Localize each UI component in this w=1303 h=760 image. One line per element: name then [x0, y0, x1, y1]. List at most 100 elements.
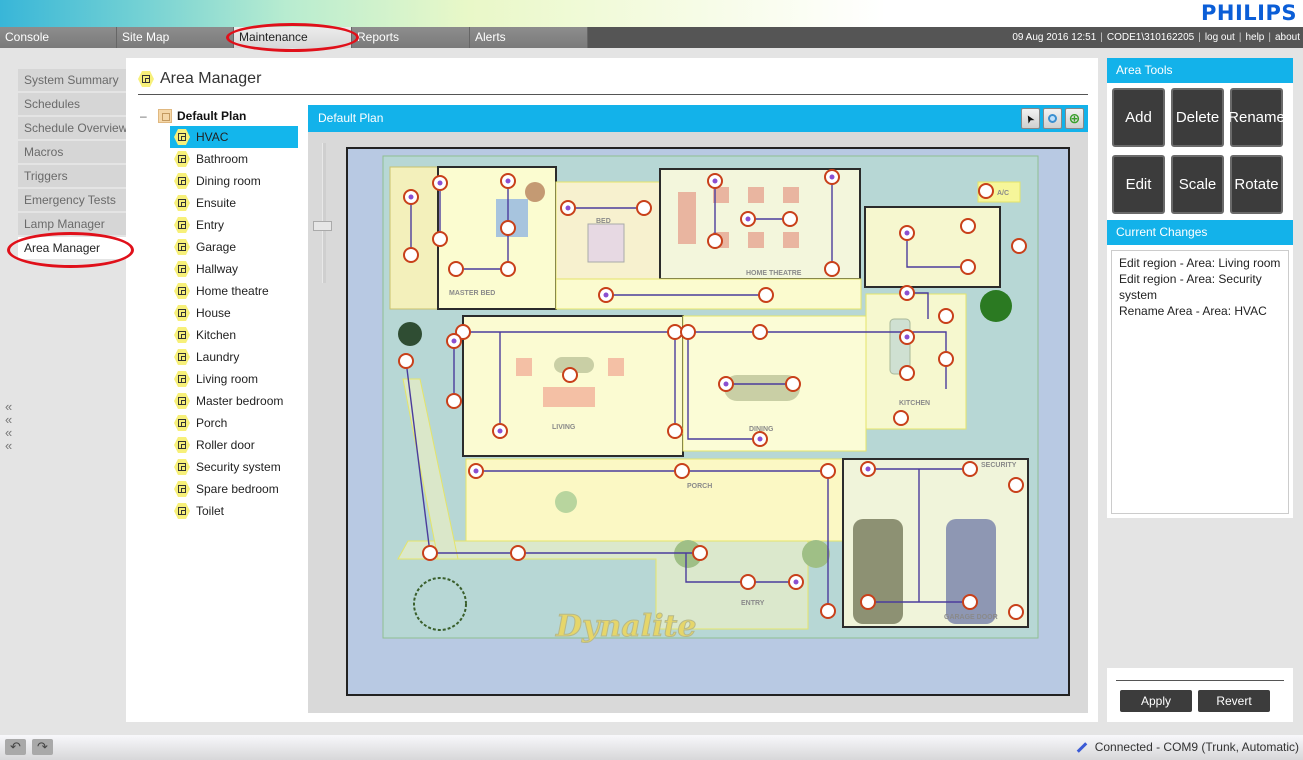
tree-item-dining-room[interactable]: Dining room — [170, 170, 298, 192]
tree-item-garage[interactable]: Garage — [170, 236, 298, 258]
delete-button[interactable]: Delete — [1171, 88, 1224, 147]
light-fixture-node[interactable] — [680, 324, 696, 340]
rename-button[interactable]: Rename — [1228, 88, 1285, 147]
tree-item-porch[interactable]: Porch — [170, 412, 298, 434]
page-title: Area Manager — [140, 70, 261, 88]
tree-item-kitchen[interactable]: Kitchen — [170, 324, 298, 346]
tree-root[interactable]: – Default Plan — [140, 106, 300, 126]
tree-item-spare-bedroom[interactable]: Spare bedroom — [170, 478, 298, 500]
edit-button[interactable]: Edit — [1112, 155, 1165, 214]
logout-link[interactable]: log out — [1205, 32, 1235, 43]
menu-item-macros[interactable]: Macros — [18, 141, 126, 163]
sensor-dot — [904, 230, 910, 236]
light-fixture-node[interactable] — [960, 259, 976, 275]
light-fixture-node[interactable] — [692, 545, 708, 561]
light-fixture-node[interactable] — [636, 200, 652, 216]
light-fixture-node[interactable] — [962, 594, 978, 610]
light-fixture-node[interactable] — [962, 461, 978, 477]
tree-item-home-theatre[interactable]: Home theatre — [170, 280, 298, 302]
light-fixture-node[interactable] — [674, 463, 690, 479]
light-fixture-node[interactable] — [1008, 477, 1024, 493]
menu-item-lamp-manager[interactable]: Lamp Manager — [18, 213, 126, 235]
light-fixture-node[interactable] — [820, 603, 836, 619]
tree-item-ensuite[interactable]: Ensuite — [170, 192, 298, 214]
light-fixture-node[interactable] — [752, 324, 768, 340]
light-fixture-node[interactable] — [667, 324, 683, 340]
tree-item-entry[interactable]: Entry — [170, 214, 298, 236]
light-fixture-node[interactable] — [860, 594, 876, 610]
tree-item-toilet[interactable]: Toilet — [170, 500, 298, 522]
nav-tab-maintenance[interactable]: Maintenance — [234, 27, 352, 48]
help-link[interactable]: help — [1245, 32, 1264, 43]
menu-item-emergency-tests[interactable]: Emergency Tests — [18, 189, 126, 211]
light-fixture-node[interactable] — [758, 287, 774, 303]
collapse-sidebar-handle[interactable]: « « « « — [5, 400, 17, 452]
tree-item-master-bedroom[interactable]: Master bedroom — [170, 390, 298, 412]
area-icon — [176, 285, 188, 297]
revert-button[interactable]: Revert — [1198, 690, 1270, 712]
sensor-dot — [437, 180, 443, 186]
menu-item-system-summary[interactable]: System Summary — [18, 69, 126, 91]
tree-item-hvac[interactable]: HVAC — [170, 126, 298, 148]
tree-item-label: Dining room — [196, 174, 261, 188]
pan-tool-button[interactable]: ⊕ — [1065, 108, 1084, 129]
zoom-slider-track[interactable] — [322, 143, 326, 283]
light-fixture-node[interactable] — [899, 365, 915, 381]
light-fixture-node[interactable] — [740, 574, 756, 590]
nav-tab-reports[interactable]: Reports — [352, 27, 470, 48]
light-fixture-node[interactable] — [398, 353, 414, 369]
light-fixture-node[interactable] — [500, 261, 516, 277]
floor-plan-canvas[interactable]: MASTER BED BED HOME THEATRE A/C LIVING D… — [346, 147, 1070, 696]
light-fixture-node[interactable] — [960, 218, 976, 234]
light-fixture-node[interactable] — [824, 261, 840, 277]
about-link[interactable]: about — [1275, 32, 1300, 43]
car-1 — [853, 519, 903, 624]
tree-item-living-room[interactable]: Living room — [170, 368, 298, 390]
menu-item-schedules[interactable]: Schedules — [18, 93, 126, 115]
back-button[interactable]: ↶ — [5, 739, 26, 755]
light-fixture-node[interactable] — [403, 247, 419, 263]
light-fixture-node[interactable] — [1011, 238, 1027, 254]
tree-item-hallway[interactable]: Hallway — [170, 258, 298, 280]
nav-tab-site-map[interactable]: Site Map — [117, 27, 234, 48]
forward-button[interactable]: ↷ — [32, 739, 53, 755]
add-button[interactable]: Add — [1112, 88, 1165, 147]
light-fixture-node[interactable] — [1008, 604, 1024, 620]
light-fixture-node[interactable] — [938, 351, 954, 367]
light-fixture-node[interactable] — [893, 410, 909, 426]
tree-item-label: Living room — [196, 372, 259, 386]
tree-item-laundry[interactable]: Laundry — [170, 346, 298, 368]
menu-item-triggers[interactable]: Triggers — [18, 165, 126, 187]
light-fixture-node[interactable] — [820, 463, 836, 479]
rotate-button[interactable]: Rotate — [1230, 155, 1283, 214]
light-fixture-node[interactable] — [422, 545, 438, 561]
nav-tab-alerts[interactable]: Alerts — [470, 27, 588, 48]
light-fixture-node[interactable] — [785, 376, 801, 392]
light-fixture-node[interactable] — [510, 545, 526, 561]
zoom-slider-thumb[interactable] — [313, 221, 332, 231]
tree-item-security-system[interactable]: Security system — [170, 456, 298, 478]
light-fixture-node[interactable] — [432, 231, 448, 247]
light-fixture-node[interactable] — [562, 367, 578, 383]
nav-tab-console[interactable]: Console — [0, 27, 117, 48]
datetime: 09 Aug 2016 12:51 — [1012, 32, 1097, 43]
light-fixture-node[interactable] — [782, 211, 798, 227]
light-fixture-node[interactable] — [446, 393, 462, 409]
collapse-icon[interactable]: – — [140, 109, 150, 123]
light-fixture-node[interactable] — [707, 233, 723, 249]
dynalite-watermark: Dynalite — [555, 609, 696, 644]
menu-item-area-manager[interactable]: Area Manager — [18, 237, 126, 259]
pointer-tool-button[interactable]: ➤ — [1021, 108, 1040, 129]
zoom-tool-button[interactable] — [1043, 108, 1062, 129]
light-fixture-node[interactable] — [978, 183, 994, 199]
scale-button[interactable]: Scale — [1171, 155, 1224, 214]
tree-item-house[interactable]: House — [170, 302, 298, 324]
tree-item-bathroom[interactable]: Bathroom — [170, 148, 298, 170]
light-fixture-node[interactable] — [500, 220, 516, 236]
light-fixture-node[interactable] — [938, 308, 954, 324]
menu-item-schedule-overview[interactable]: Schedule Overview — [18, 117, 127, 139]
light-fixture-node[interactable] — [448, 261, 464, 277]
light-fixture-node[interactable] — [667, 423, 683, 439]
apply-button[interactable]: Apply — [1120, 690, 1192, 712]
tree-item-roller-door[interactable]: Roller door — [170, 434, 298, 456]
